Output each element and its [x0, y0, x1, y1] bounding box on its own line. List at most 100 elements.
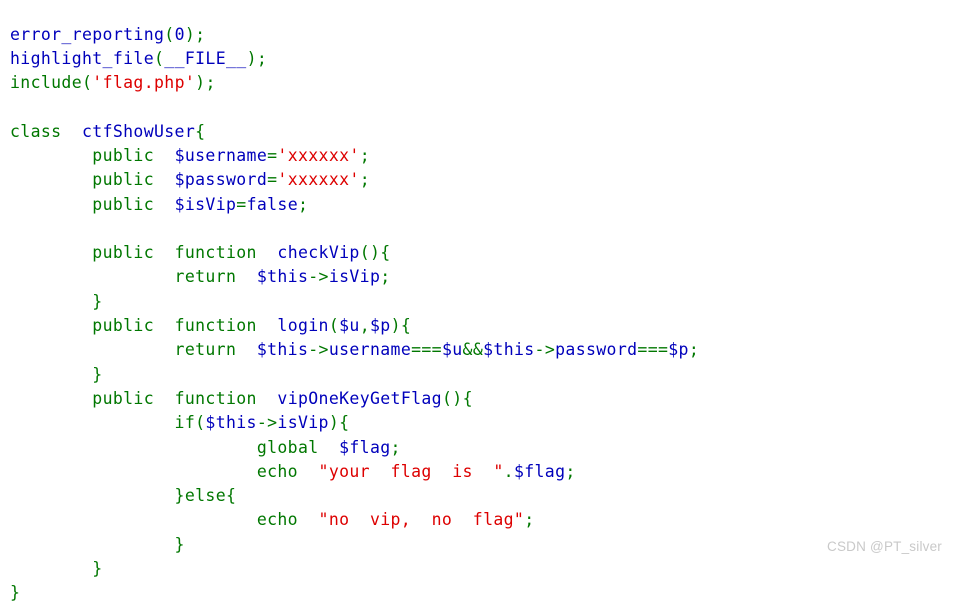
code-token: else — [184, 486, 226, 506]
code-line: public $isVip=false; — [10, 193, 699, 217]
code-token: ; — [524, 510, 535, 530]
code-line: include('flag.php'); — [10, 71, 699, 95]
code-token: ctfShowUser — [82, 121, 196, 141]
code-token: ( — [441, 388, 453, 408]
code-token: include — [10, 73, 82, 93]
code-token: === — [411, 340, 442, 360]
code-token: password — [555, 340, 638, 360]
code-token: if — [174, 413, 196, 433]
code-token: return — [174, 267, 237, 287]
code-token: } — [10, 583, 21, 603]
code-token: } — [174, 534, 185, 554]
code-token: highlight_file — [10, 48, 154, 68]
code-token: public — [92, 145, 154, 165]
code-token: ; — [688, 340, 700, 360]
code-token: ; — [390, 437, 401, 457]
code-token: $isVip — [174, 194, 237, 214]
code-token: { — [462, 388, 473, 408]
code-line: class ctfShowUser{ — [10, 120, 699, 144]
code-token: vipOneKeyGetFlag — [277, 388, 442, 408]
code-token: ) — [195, 73, 206, 93]
code-token: $this — [256, 267, 309, 287]
code-token: $u — [441, 340, 463, 360]
code-token: -> — [256, 413, 278, 433]
code-token: = — [267, 145, 278, 165]
code-token: && — [462, 340, 484, 360]
code-line: echo "your flag is ".$flag; — [10, 460, 699, 484]
code-token: ( — [153, 48, 165, 68]
code-token: public — [92, 316, 154, 336]
code-token: ) — [370, 243, 381, 263]
code-token: } — [92, 559, 103, 579]
code-token: ( — [328, 316, 340, 336]
code-line: public $password='xxxxxx'; — [10, 168, 699, 192]
code-token: 0 — [174, 24, 185, 44]
code-token: isVip — [328, 267, 381, 287]
code-token: ) — [246, 48, 257, 68]
code-token: } — [174, 486, 185, 506]
code-line: if($this->isVip){ — [10, 411, 699, 435]
code-token: ; — [297, 194, 309, 214]
code-line: public $username='xxxxxx'; — [10, 144, 699, 168]
code-token: . — [503, 461, 514, 481]
code-token: ) — [390, 316, 401, 336]
code-token: username — [328, 340, 412, 360]
code-token: ( — [195, 413, 206, 433]
code-token: { — [380, 243, 391, 263]
code-token: } — [92, 364, 103, 384]
code-line: }else{ — [10, 484, 699, 508]
code-line: public function checkVip(){ — [10, 241, 699, 265]
code-token: "no vip, no flag" — [318, 510, 525, 530]
code-token: return — [174, 340, 237, 360]
code-token: public — [92, 194, 154, 214]
code-token: $username — [174, 145, 268, 165]
code-token: ( — [164, 24, 175, 44]
code-token: ) — [452, 388, 463, 408]
code-token: 'xxxxxx' — [277, 145, 360, 165]
code-token: -> — [534, 340, 556, 360]
code-token: function — [174, 243, 257, 263]
code-token: isVip — [277, 413, 329, 433]
code-token: 'xxxxxx' — [277, 170, 360, 190]
code-token: = — [267, 170, 278, 190]
code-token: $password — [174, 170, 268, 190]
code-line: highlight_file(__FILE__); — [10, 47, 699, 71]
code-token: = — [236, 194, 247, 214]
code-token: $p — [668, 340, 689, 360]
code-token: $p — [370, 316, 391, 336]
csdn-watermark: CSDN @PT_silver — [827, 539, 942, 554]
code-token: $flag — [513, 461, 566, 481]
code-token: echo — [256, 510, 298, 530]
code-line: return $this->username===$u&&$this->pass… — [10, 338, 699, 362]
code-token: ; — [195, 24, 206, 44]
code-token: ) — [328, 413, 340, 433]
code-token: public — [92, 170, 154, 190]
code-token: } — [92, 291, 103, 311]
